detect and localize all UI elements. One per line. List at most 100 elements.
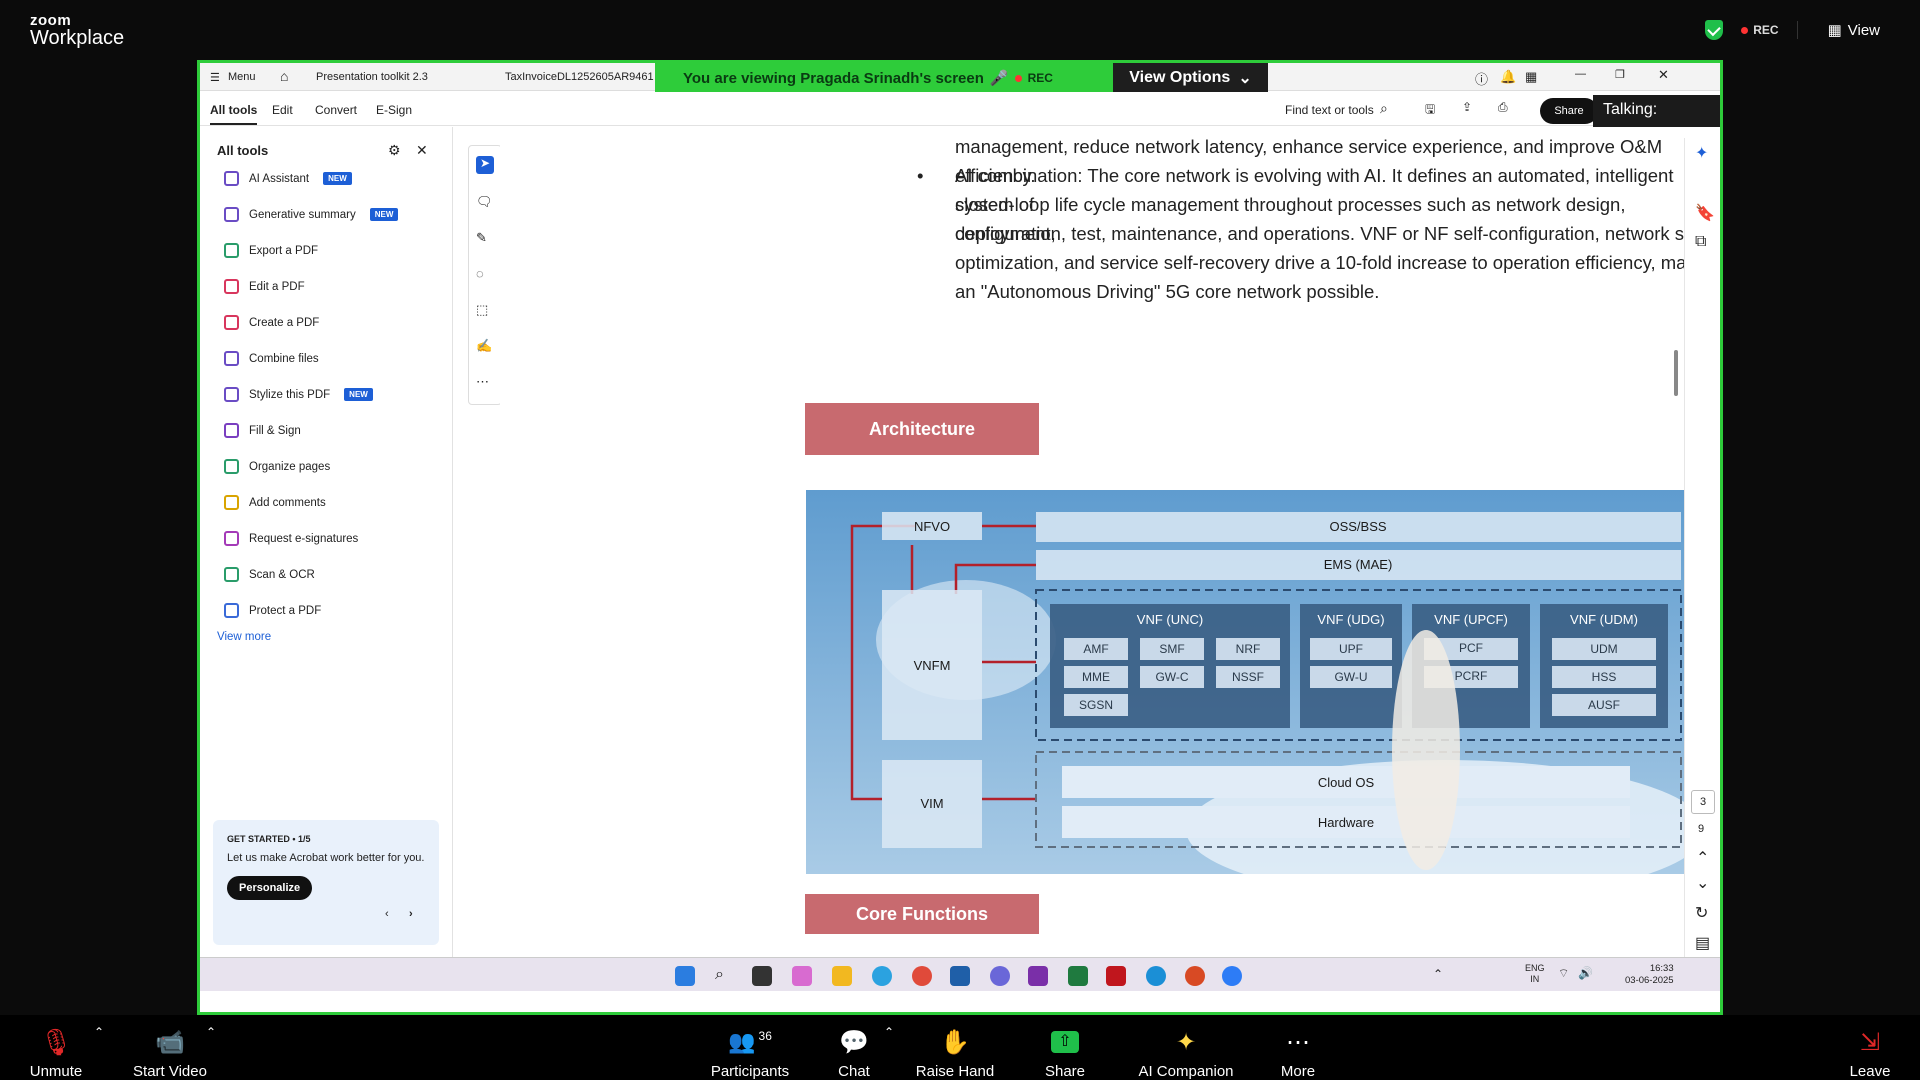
pen-icon[interactable]: ✎ xyxy=(476,230,494,248)
copilot-icon[interactable] xyxy=(792,966,812,986)
shield-icon[interactable] xyxy=(1705,20,1724,40)
share-button[interactable]: Share xyxy=(1540,98,1598,124)
lang-2: IN xyxy=(1530,974,1540,984)
leave-button[interactable]: ⇲ Leave xyxy=(1848,1027,1892,1080)
language-indicator[interactable]: ENG IN xyxy=(1525,963,1545,985)
page-current[interactable]: 3 xyxy=(1691,790,1715,814)
tool-item[interactable]: Request e-signatures xyxy=(224,531,358,546)
excel-icon[interactable] xyxy=(1068,966,1088,986)
bookmark-icon[interactable]: 🔖 xyxy=(1695,203,1715,223)
tool-item[interactable]: Stylize this PDF NEW xyxy=(224,387,373,402)
tab-edit[interactable]: Edit xyxy=(272,103,293,117)
search-icon[interactable]: ⌕ xyxy=(1380,100,1388,117)
tool-item[interactable]: Edit a PDF xyxy=(224,279,305,294)
tab-esign[interactable]: E-Sign xyxy=(376,103,412,117)
stamp-icon[interactable]: ✍ xyxy=(476,338,494,356)
text-select-icon[interactable]: ⬚ xyxy=(476,302,494,320)
chevron-down-icon[interactable]: ⌄ xyxy=(1696,873,1709,893)
raise-hand-button[interactable]: ✋ Raise Hand xyxy=(914,1027,996,1080)
find-tools[interactable]: Find text or tools xyxy=(1285,103,1374,117)
volume-icon[interactable]: 🔊 xyxy=(1578,966,1593,980)
chevron-up-icon[interactable]: ⌃ xyxy=(1433,967,1443,981)
comment-icon[interactable]: 🗨 xyxy=(476,194,494,212)
help-icon[interactable]: ⓘ xyxy=(1475,69,1488,88)
search-icon[interactable]: ⌕ xyxy=(715,966,735,986)
minimize-icon[interactable]: — xyxy=(1575,68,1586,80)
edge-alt-icon[interactable] xyxy=(1146,966,1166,986)
home-icon[interactable]: ⌂ xyxy=(280,68,288,84)
bell-icon[interactable]: 🔔 xyxy=(1500,69,1516,85)
copy-icon[interactable]: ⧉ xyxy=(1695,233,1706,251)
lasso-icon[interactable]: ◌ xyxy=(476,266,494,284)
apps-icon[interactable]: ▦ xyxy=(1525,69,1537,85)
label-ausf: AUSF xyxy=(1588,698,1620,712)
chrome-icon[interactable] xyxy=(912,966,932,986)
view-options-label: View Options xyxy=(1129,69,1231,86)
save-icon[interactable]: 🖫 xyxy=(1425,100,1435,121)
view-options-button[interactable]: View Options ⌄ xyxy=(1113,63,1268,93)
menu-label[interactable]: Menu xyxy=(228,71,256,83)
tool-item[interactable]: Organize pages xyxy=(224,459,330,474)
share-screen-button[interactable]: ⇧ Share Screen xyxy=(1020,1027,1110,1080)
chevron-down-icon: ⌄ xyxy=(1238,70,1252,87)
close-icon[interactable]: ✕ xyxy=(416,142,428,159)
hamburger-icon[interactable]: ☰ xyxy=(210,71,220,84)
tab-presentation[interactable]: Presentation toolkit 2.3 xyxy=(316,71,428,83)
chevron-right-icon[interactable]: › xyxy=(409,908,413,920)
ai-companion-button[interactable]: ✦ AI Companion xyxy=(1136,1027,1236,1080)
chat-options-chevron-icon[interactable]: ⌃ xyxy=(884,1025,894,1039)
more-button[interactable]: ⋯ More xyxy=(1276,1027,1320,1080)
tool-item[interactable]: Fill & Sign xyxy=(224,423,301,438)
clock[interactable]: 16:33 03-06-2025 xyxy=(1625,963,1674,987)
ai-chat-icon[interactable]: ✦ xyxy=(1695,143,1708,163)
view-more-link[interactable]: View more xyxy=(217,631,271,643)
tool-item[interactable]: Protect a PDF xyxy=(224,603,321,618)
acrobat-icon[interactable] xyxy=(1106,966,1126,986)
view-button[interactable]: ▦ View xyxy=(1796,21,1880,39)
leave-label: Leave xyxy=(1849,1063,1891,1080)
tab-all-tools[interactable]: All tools xyxy=(210,103,258,125)
print-icon[interactable]: ⎙ xyxy=(1498,100,1508,115)
store-icon[interactable] xyxy=(950,966,970,986)
tool-item[interactable]: Create a PDF xyxy=(224,315,319,330)
audio-options-chevron-icon[interactable]: ⌃ xyxy=(94,1025,104,1039)
select-cursor-icon[interactable]: ➤ xyxy=(476,156,494,174)
all-tools-panel: All tools ⚙ ✕ AI Assistant NEW Generative … xyxy=(200,127,453,957)
app-icon[interactable] xyxy=(990,966,1010,986)
more-tools-icon[interactable]: ⋯ xyxy=(476,374,494,392)
tool-label: Edit a PDF xyxy=(249,280,305,293)
top-right-controls: REC ▦ View xyxy=(1705,14,1920,46)
close-window-icon[interactable]: ✕ xyxy=(1658,67,1669,83)
powerpoint-icon[interactable] xyxy=(1185,966,1205,986)
tool-item[interactable]: Export a PDF xyxy=(224,243,318,258)
start-video-button[interactable]: 📹 Start Video xyxy=(128,1027,212,1080)
wifi-icon[interactable]: ⌔ xyxy=(1558,966,1569,981)
tab-convert[interactable]: Convert xyxy=(315,103,357,117)
tool-item[interactable]: Scan & OCR xyxy=(224,567,315,582)
windows-start-icon[interactable] xyxy=(675,966,695,986)
tool-item[interactable]: Add comments xyxy=(224,495,326,510)
scrollbar-thumb[interactable] xyxy=(1674,350,1678,396)
video-options-chevron-icon[interactable]: ⌃ xyxy=(206,1025,216,1039)
chat-button[interactable]: 💬 Chat xyxy=(832,1027,876,1080)
participants-button[interactable]: 👥 36 Participants xyxy=(708,1027,792,1080)
upload-icon[interactable]: ⇪ xyxy=(1462,100,1472,114)
refresh-icon[interactable]: ↻ xyxy=(1695,903,1708,923)
chevron-up-icon[interactable]: ⌃ xyxy=(1696,848,1709,868)
personalize-button[interactable]: Personalize xyxy=(227,876,313,900)
onenote-icon[interactable] xyxy=(1028,966,1048,986)
unmute-button[interactable]: 🎙 Unmute xyxy=(24,1027,88,1080)
document-icon[interactable]: ▤ xyxy=(1695,933,1710,953)
task-view-icon[interactable] xyxy=(752,966,772,986)
chevron-left-icon[interactable]: ‹ xyxy=(385,908,389,920)
tool-item[interactable]: Generative summary NEW xyxy=(224,207,399,222)
tool-item[interactable]: AI Assistant NEW xyxy=(224,171,352,186)
edge-icon[interactable] xyxy=(872,966,892,986)
gear-icon[interactable]: ⚙ xyxy=(388,142,401,159)
file-explorer-icon[interactable] xyxy=(832,966,852,986)
tab-tax-invoice[interactable]: TaxInvoiceDL1252605AR9461 xyxy=(505,71,655,83)
tool-icon xyxy=(224,423,239,438)
tool-item[interactable]: Combine files xyxy=(224,351,319,366)
restore-icon[interactable]: ❐ xyxy=(1615,68,1625,81)
zoom-app-icon[interactable] xyxy=(1222,966,1242,986)
